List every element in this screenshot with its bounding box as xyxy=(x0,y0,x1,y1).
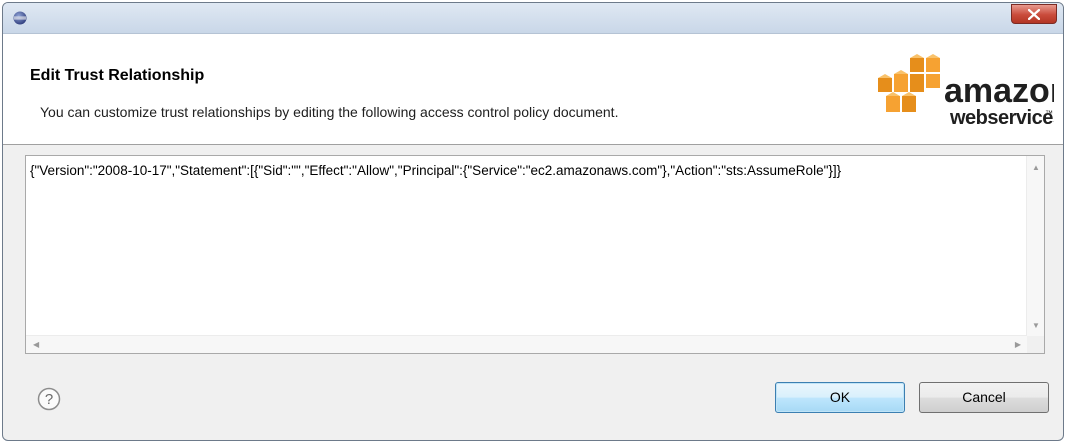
aws-logo-line1: amazon xyxy=(944,72,1054,110)
dialog-title: Edit Trust Relationship xyxy=(30,67,205,84)
aws-logo: amazon webservices ™ xyxy=(878,54,1054,129)
horizontal-scrollbar[interactable]: ◀ ▶ xyxy=(26,335,1027,353)
ok-button[interactable]: OK xyxy=(775,382,905,413)
title-bar[interactable] xyxy=(3,3,1063,34)
aws-cubes-icon xyxy=(878,54,940,112)
question-mark-circle-icon[interactable]: ? xyxy=(37,387,61,411)
svg-text:?: ? xyxy=(45,391,53,408)
scroll-down-arrow-icon[interactable]: ▼ xyxy=(1032,322,1040,330)
cancel-button[interactable]: Cancel xyxy=(919,382,1049,413)
dialog-window: Edit Trust Relationship You can customiz… xyxy=(2,2,1064,441)
policy-document-text[interactable]: {"Version":"2008-10-17","Statement":[{"S… xyxy=(30,163,841,178)
scroll-left-arrow-icon[interactable]: ◀ xyxy=(33,341,39,349)
scroll-up-arrow-icon[interactable]: ▲ xyxy=(1032,164,1040,172)
policy-editor[interactable]: {"Version":"2008-10-17","Statement":[{"S… xyxy=(25,155,1045,354)
vertical-scrollbar[interactable]: ▲ ▼ xyxy=(1026,156,1044,336)
eclipse-icon xyxy=(13,11,27,25)
dialog-description: You can customize trust relationships by… xyxy=(40,104,619,120)
scroll-corner xyxy=(1027,336,1044,353)
close-icon xyxy=(1028,9,1040,20)
dialog-banner: Edit Trust Relationship You can customiz… xyxy=(3,34,1063,145)
aws-logo-line2: webservices xyxy=(949,107,1054,129)
close-button[interactable] xyxy=(1011,4,1057,24)
scroll-right-arrow-icon[interactable]: ▶ xyxy=(1015,341,1021,349)
aws-logo-trademark: ™ xyxy=(1045,109,1053,118)
